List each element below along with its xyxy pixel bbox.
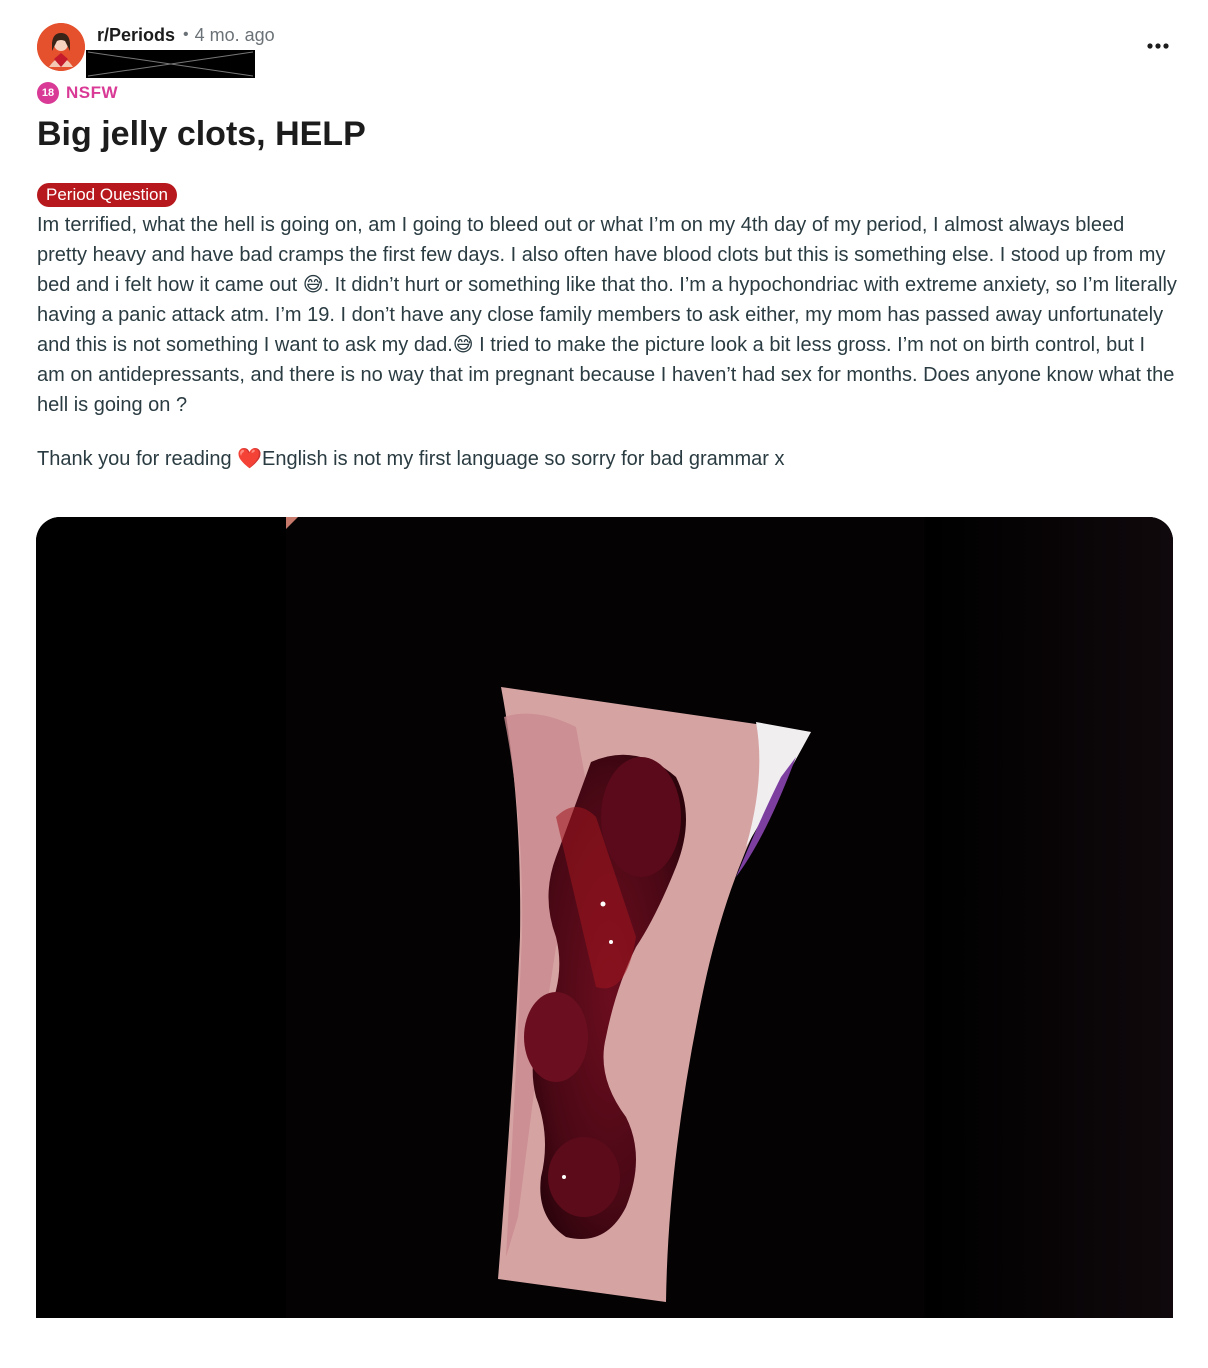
nsfw-tag: 18 NSFW xyxy=(37,81,118,105)
post-body: Im terrified, what the hell is going on,… xyxy=(37,210,1177,474)
more-options-icon[interactable] xyxy=(1140,32,1176,60)
body-paragraph: Im terrified, what the hell is going on,… xyxy=(37,214,1177,416)
meta-separator: • xyxy=(183,26,189,43)
nsfw-label: NSFW xyxy=(66,83,119,102)
post-meta: r/Periods • 4 mo. ago xyxy=(97,24,275,46)
post-age: 4 mo. ago xyxy=(194,24,275,45)
subreddit-name[interactable]: r/Periods xyxy=(97,25,175,46)
body-paragraph: Thank you for reading ❤️English is not m… xyxy=(37,448,785,470)
redacted-username xyxy=(86,50,255,78)
nsfw-18-icon: 18 xyxy=(37,82,59,104)
post-title: Big jelly clots, HELP xyxy=(37,115,366,153)
post-image[interactable] xyxy=(36,517,1173,1318)
post-card: r/Periods • 4 mo. ago 18 NSFW Big jelly … xyxy=(0,0,1208,1368)
post-flair[interactable]: Period Question xyxy=(37,183,177,207)
subreddit-avatar-icon[interactable] xyxy=(37,23,85,71)
